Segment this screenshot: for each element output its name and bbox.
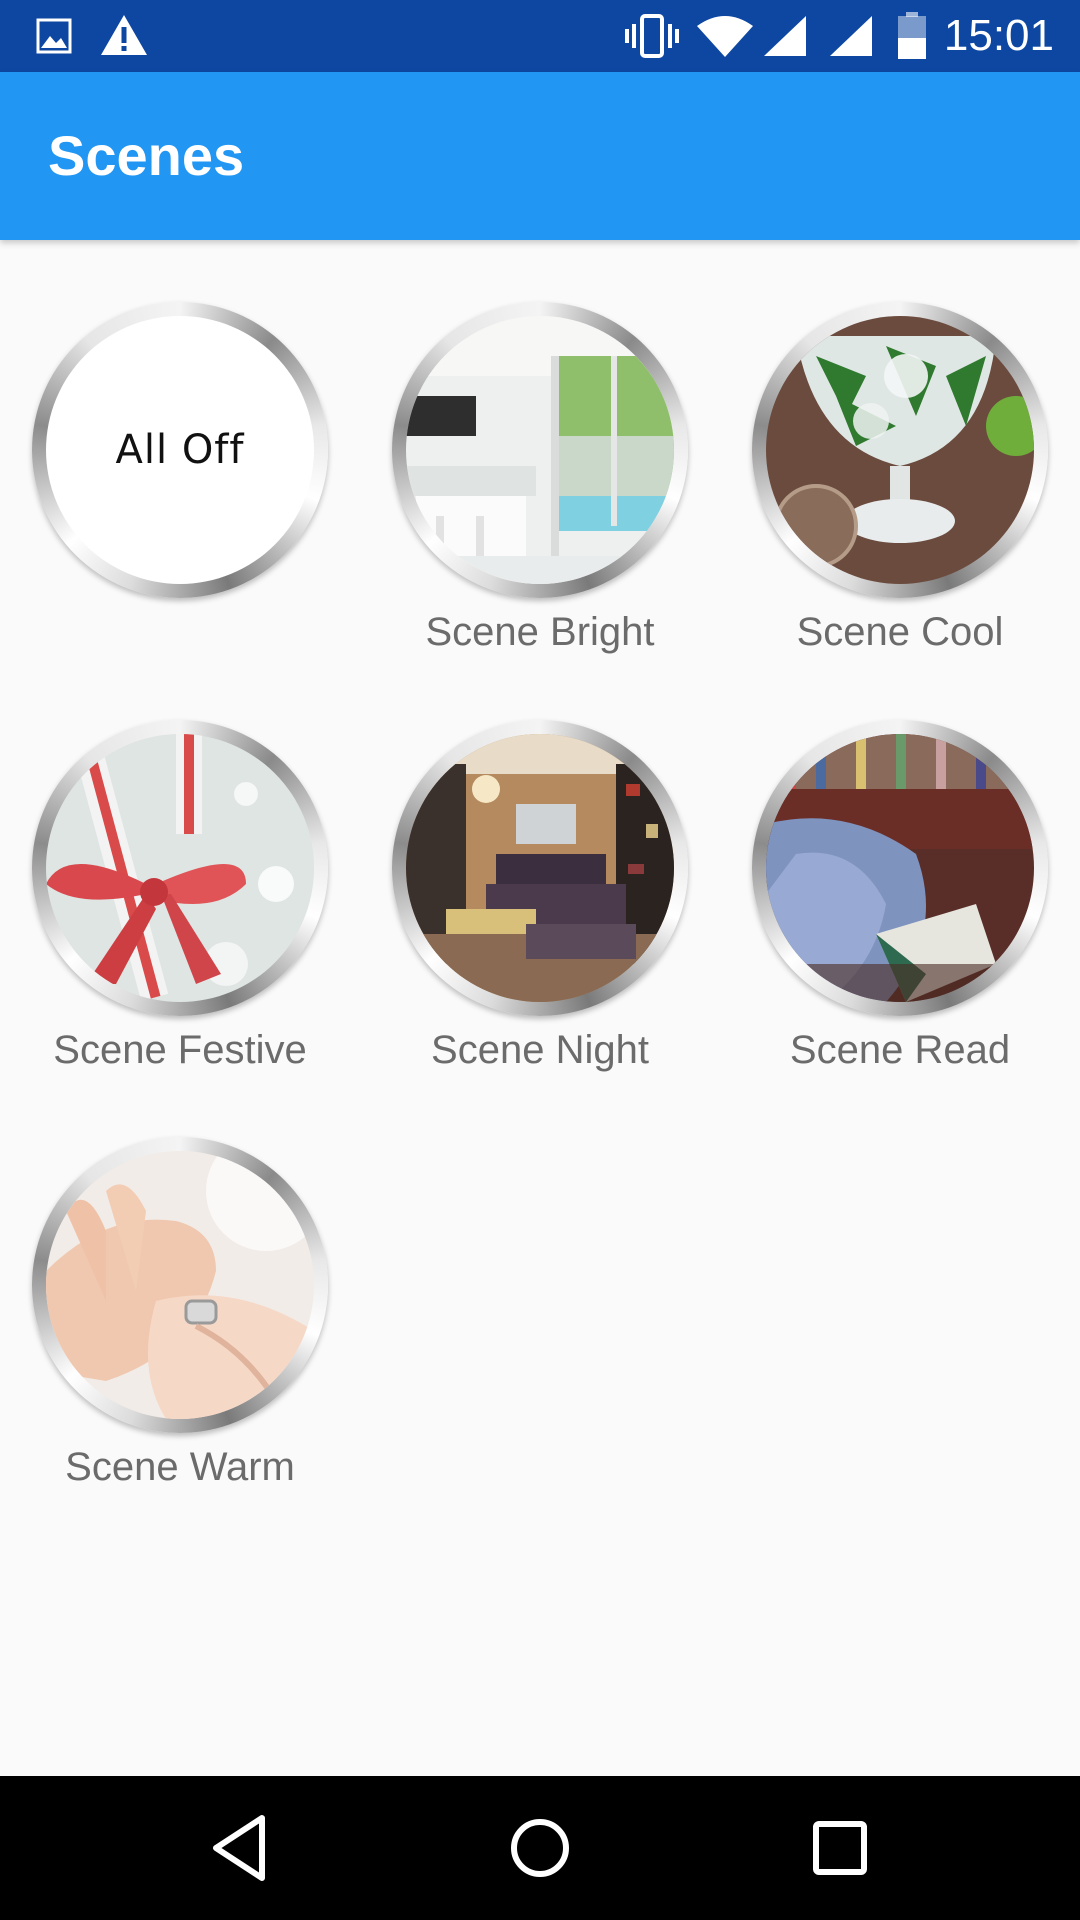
scene-bright-button[interactable] [392,302,688,598]
scene-night-button[interactable] [392,720,688,1016]
signal-icon [764,16,806,56]
scene-label: Scene Festive [53,1028,307,1072]
scene-label: Scene Cool [796,610,1004,654]
scene-cool[interactable]: Scene Cool [720,302,1080,660]
recents-icon[interactable] [800,1808,880,1888]
scene-festive[interactable]: Scene Festive [0,720,360,1078]
scene-read-image [766,734,1034,1002]
scene-warm[interactable]: Scene Warm [0,1137,360,1495]
vibrate-icon [625,14,679,58]
home-icon[interactable] [500,1808,580,1888]
scene-bright[interactable]: Scene Bright [360,302,720,660]
all-off-face: All Off [46,316,314,584]
back-icon[interactable] [200,1808,280,1888]
scene-all-off[interactable]: All Off [0,302,360,598]
scene-warm-button[interactable] [32,1137,328,1433]
scene-night[interactable]: Scene Night [360,720,720,1078]
scene-label: Scene Night [431,1028,649,1072]
scene-night-image [406,734,674,1002]
scene-bright-image [406,316,674,584]
scene-all-off-button[interactable]: All Off [32,302,328,598]
battery-icon [898,12,926,59]
scene-read-button[interactable] [752,720,1048,1016]
status-bar: 15:01 [0,0,1080,72]
scene-cool-image [766,316,1034,584]
signal-icon [830,16,872,56]
scene-label: Scene Read [789,1028,1011,1072]
scene-label: Scene Warm [65,1445,295,1489]
scene-festive-image [46,734,314,1002]
image-icon [36,18,72,54]
all-off-label: All Off [115,427,245,473]
clock: 15:01 [943,11,1054,60]
scene-warm-image [46,1151,314,1419]
page-title: Scenes [48,124,245,187]
wifi-icon [697,16,753,57]
navigation-bar [0,1776,1080,1920]
warning-icon [101,15,147,55]
scene-read[interactable]: Scene Read [720,720,1080,1078]
app-bar: Scenes [0,72,1080,240]
scene-label: Scene Bright [425,610,655,654]
scene-cool-button[interactable] [752,302,1048,598]
scene-festive-button[interactable] [32,720,328,1016]
